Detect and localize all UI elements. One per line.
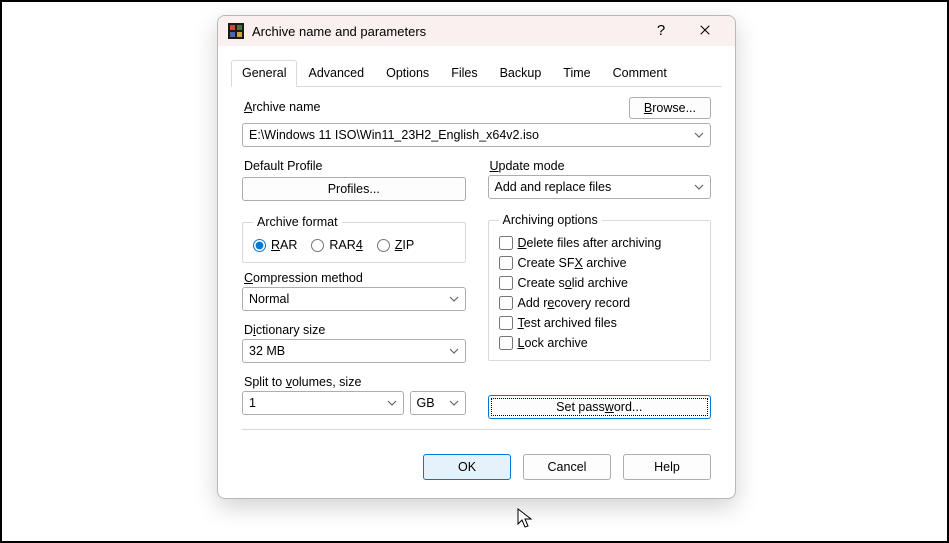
option-checkbox[interactable] [499, 316, 513, 330]
profiles-button[interactable]: Profiles... [242, 177, 466, 201]
default-profile-label: Default Profile [244, 159, 466, 173]
split-label: Split to volumes, size [244, 375, 466, 389]
format-radio-input[interactable] [377, 239, 390, 252]
window-title: Archive name and parameters [252, 24, 639, 39]
archive-format-legend: Archive format [253, 215, 342, 229]
tab-options[interactable]: Options [375, 60, 440, 87]
option-check-5[interactable]: Lock archive [499, 336, 701, 350]
tab-advanced[interactable]: Advanced [297, 60, 375, 87]
chevron-down-icon [694, 130, 704, 141]
close-icon[interactable] [683, 16, 727, 46]
chevron-down-icon [449, 294, 459, 305]
winrar-icon [228, 23, 244, 39]
tab-time[interactable]: Time [552, 60, 601, 87]
tab-files[interactable]: Files [440, 60, 488, 87]
option-checkbox[interactable] [499, 296, 513, 310]
archiving-options-legend: Archiving options [499, 213, 602, 227]
tab-comment[interactable]: Comment [602, 60, 678, 87]
option-check-3[interactable]: Add recovery record [499, 296, 701, 310]
option-checkbox[interactable] [499, 236, 513, 250]
help-button[interactable]: Help [623, 454, 711, 480]
option-check-4[interactable]: Test archived files [499, 316, 701, 330]
browse-button[interactable]: Browse... [629, 97, 711, 119]
help-icon[interactable]: ? [639, 16, 683, 46]
format-radio-1[interactable]: RAR4 [311, 238, 362, 252]
set-password-button[interactable]: Set password... [488, 395, 712, 419]
option-checkbox[interactable] [499, 276, 513, 290]
titlebar: Archive name and parameters ? [218, 16, 735, 46]
format-radio-input[interactable] [311, 239, 324, 252]
tab-panel-general: Archive name Browse... E:\Windows 11 ISO… [218, 87, 735, 454]
archive-name-value: E:\Windows 11 ISO\Win11_23H2_English_x64… [249, 128, 539, 142]
ok-button[interactable]: OK [423, 454, 511, 480]
option-check-2[interactable]: Create solid archive [499, 276, 701, 290]
dialog-footer: OK Cancel Help [218, 454, 735, 498]
compression-combo[interactable]: Normal [242, 287, 466, 311]
tabstrip: GeneralAdvancedOptionsFilesBackupTimeCom… [231, 59, 722, 87]
update-mode-label: Update mode [490, 159, 712, 173]
dictionary-combo[interactable]: 32 MB [242, 339, 466, 363]
split-unit-combo[interactable]: GB [410, 391, 466, 415]
archiving-options-group: Archiving options Delete files after arc… [488, 213, 712, 361]
archive-format-group: Archive format RAR RAR4 ZIP [242, 215, 466, 263]
split-size-combo[interactable]: 1 [242, 391, 404, 415]
update-mode-combo[interactable]: Add and replace files [488, 175, 712, 199]
format-radio-2[interactable]: ZIP [377, 238, 414, 252]
archive-name-label: Archive name [244, 100, 320, 114]
tab-backup[interactable]: Backup [489, 60, 553, 87]
archive-name-combo[interactable]: E:\Windows 11 ISO\Win11_23H2_English_x64… [242, 123, 711, 147]
option-check-0[interactable]: Delete files after archiving [499, 236, 701, 250]
option-checkbox[interactable] [499, 256, 513, 270]
chevron-down-icon [387, 398, 397, 409]
chevron-down-icon [449, 398, 459, 409]
cancel-button[interactable]: Cancel [523, 454, 611, 480]
left-column: Default Profile Profiles... Archive form… [242, 159, 466, 419]
format-radio-input[interactable] [253, 239, 266, 252]
compression-label: Compression method [244, 271, 466, 285]
separator [242, 429, 711, 430]
tab-general[interactable]: General [231, 60, 297, 87]
option-checkbox[interactable] [499, 336, 513, 350]
format-radio-0[interactable]: RAR [253, 238, 297, 252]
right-column: Update mode Add and replace files Archiv… [488, 159, 712, 419]
option-check-1[interactable]: Create SFX archive [499, 256, 701, 270]
cursor-icon [517, 508, 535, 533]
archive-dialog: Archive name and parameters ? GeneralAdv… [217, 15, 736, 499]
chevron-down-icon [449, 346, 459, 357]
dictionary-label: Dictionary size [244, 323, 466, 337]
chevron-down-icon [694, 182, 704, 193]
